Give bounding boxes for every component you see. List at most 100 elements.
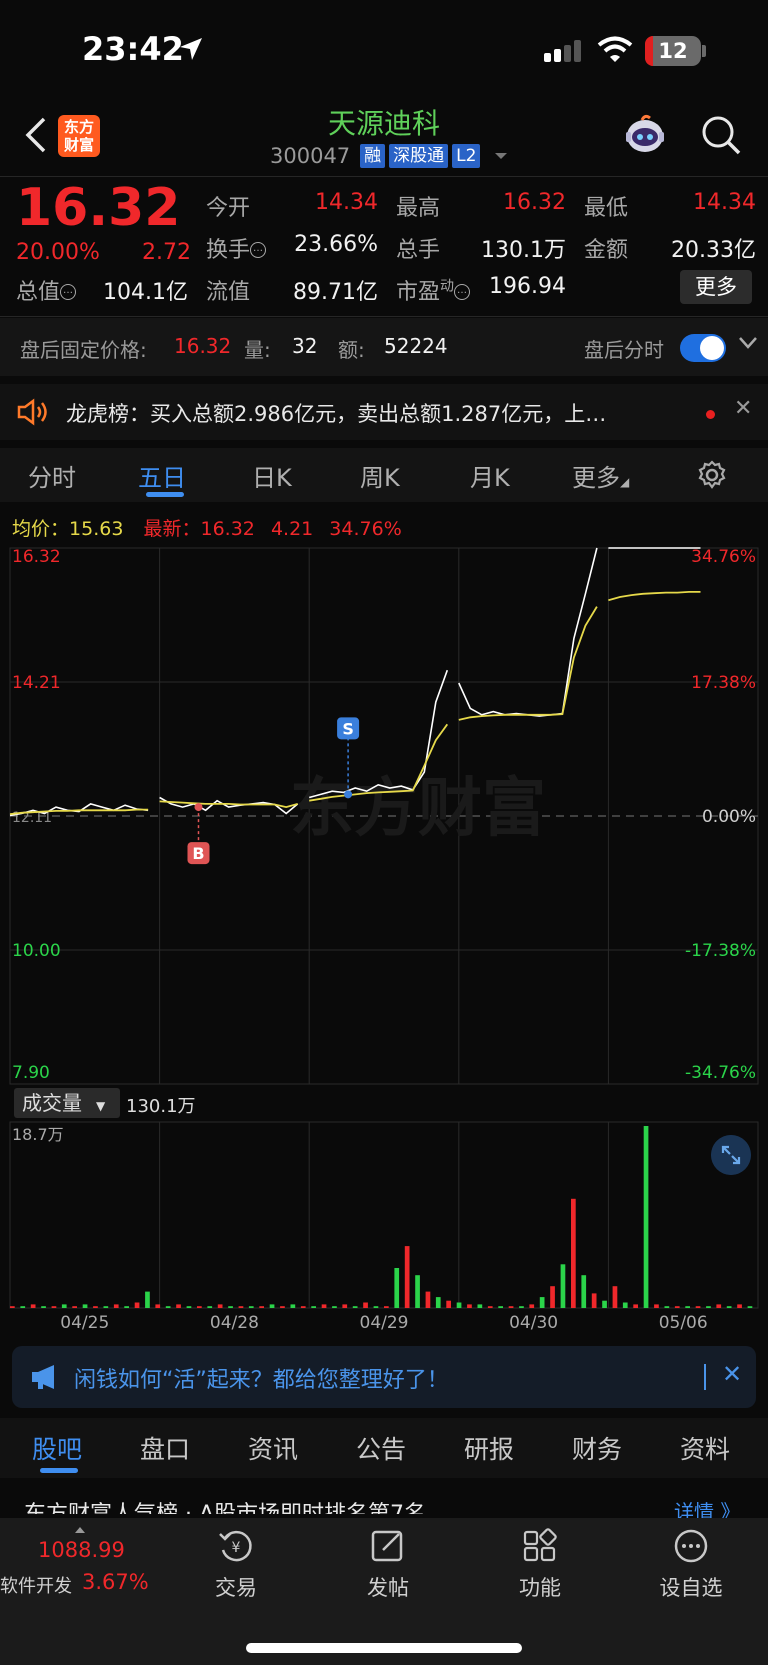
five-day-price-chart[interactable]: 东方财富16.3214.2110.007.9012.1134.76%17.38%…	[0, 540, 768, 1090]
volume-bar	[217, 1304, 223, 1308]
sector-index-name[interactable]: 软件开发	[0, 1572, 72, 1598]
stock-code-row[interactable]: 300047 融 深股通 L2	[270, 144, 510, 168]
low-value: 14.34	[693, 190, 756, 215]
volume-bar	[674, 1306, 680, 1308]
after-hours-toggle[interactable]	[680, 334, 726, 362]
y-left-tick: 10.00	[12, 941, 61, 961]
battery-level: 12	[658, 39, 688, 63]
nav-trade[interactable]: ¥ 交易	[186, 1528, 286, 1602]
volume-bar	[622, 1302, 628, 1308]
amount-label: 金额	[584, 238, 629, 263]
x-date-label: 04/28	[210, 1313, 259, 1333]
tab-news[interactable]: 资讯	[248, 1430, 298, 1466]
volume-bar	[747, 1306, 753, 1308]
volume-bar	[446, 1300, 451, 1308]
pe-value: 196.94	[489, 274, 566, 299]
tab-more[interactable]: 更多◢	[572, 458, 629, 493]
volume-bar	[186, 1306, 192, 1308]
y-left-tick: 14.21	[12, 673, 61, 693]
edit-icon	[371, 1530, 403, 1562]
dragon-tiger-banner[interactable]: 龙虎榜：买入总额2.986亿元，卖出总额1.287亿元，上… ✕	[0, 384, 768, 440]
gear-icon[interactable]	[697, 460, 727, 490]
tab-daily-k[interactable]: 日K	[252, 458, 292, 493]
tab-announcements[interactable]: 公告	[356, 1430, 406, 1466]
tab-profile[interactable]: 资料	[680, 1430, 730, 1466]
ah-price-label: 盘后固定价格:	[20, 338, 147, 362]
info-icon[interactable]: …	[454, 284, 471, 300]
volume-chart[interactable]: 18.7万 04/25 04/28 04/29 04/30 05/06	[0, 1120, 768, 1340]
marker-dot	[194, 803, 203, 812]
float-label: 流值	[206, 280, 251, 305]
sector-index-value[interactable]: 1088.99	[38, 1538, 125, 1562]
volume-bar	[737, 1304, 742, 1308]
buy-marker: B	[192, 844, 204, 863]
tab-weekly-k[interactable]: 周K	[360, 458, 400, 493]
volume-bar	[321, 1304, 327, 1308]
x-date-label: 04/29	[360, 1313, 409, 1333]
tab-forum[interactable]: 股吧	[32, 1430, 82, 1466]
bottom-nav: 1088.99 软件开发 3.67% ¥ 交易 发帖 功能 设自选	[0, 1518, 768, 1665]
volume-bar	[352, 1306, 358, 1308]
battery-indicator: 12	[645, 36, 701, 66]
unread-dot	[706, 410, 715, 419]
tab-financials[interactable]: 财务	[572, 1430, 622, 1466]
ranking-text: 东方财富人气榜 · A股市场即时排名第7名	[24, 1496, 744, 1514]
volume-bar	[61, 1304, 67, 1308]
svg-text:¥: ¥	[232, 1540, 241, 1556]
volume-bar	[456, 1302, 462, 1308]
fullscreen-expand-icon[interactable]	[711, 1135, 751, 1175]
sector-index-pct[interactable]: 3.67%	[82, 1570, 149, 1594]
pe-label[interactable]: 市盈动…	[396, 274, 471, 306]
nav-post[interactable]: 发帖	[338, 1528, 438, 1602]
caret-icon: ◢	[620, 475, 630, 489]
tab-orderbook[interactable]: 盘口	[140, 1430, 190, 1466]
volume-bar	[311, 1306, 316, 1308]
volume-bar	[248, 1306, 254, 1308]
level2-tag: L2	[452, 144, 481, 168]
high-value: 16.32	[503, 190, 566, 215]
banner-text: 龙虎榜：买入总额2.986亿元，卖出总额1.287亿元，上…	[66, 402, 607, 426]
caret-up-icon	[75, 1527, 85, 1533]
pe-label-text: 市盈	[396, 280, 441, 305]
volume-bar	[134, 1302, 140, 1308]
chevron-down-icon[interactable]	[738, 336, 758, 350]
info-icon[interactable]: …	[60, 284, 77, 300]
volume-bar	[300, 1306, 306, 1308]
info-icon[interactable]: …	[250, 242, 267, 258]
y-right-tick: -17.38%	[685, 941, 756, 961]
sell-marker: S	[342, 719, 354, 738]
tab-research[interactable]: 研报	[464, 1430, 514, 1466]
close-icon[interactable]: ✕	[734, 396, 752, 421]
volume-bar	[394, 1268, 400, 1308]
volume-indicator-select[interactable]: 成交量 ▼	[14, 1088, 120, 1118]
nav-post-label: 发帖	[367, 1576, 409, 1600]
speaker-icon	[17, 398, 47, 426]
volume-bar	[435, 1297, 441, 1308]
connect-tag: 深股通	[389, 144, 449, 168]
volume-bar	[176, 1304, 181, 1308]
mktcap-label[interactable]: 总值…	[16, 274, 77, 306]
promo-banner[interactable]: 闲钱如何“活”起来？都给您整理好了！ ✕	[12, 1346, 756, 1408]
y-left-tick: 16.32	[12, 547, 61, 567]
latest-value: 16.32	[200, 518, 255, 540]
nav-functions[interactable]: 功能	[490, 1528, 590, 1602]
battery-tip	[702, 45, 706, 57]
tab-timeshare[interactable]: 分时	[28, 458, 76, 493]
nav-trade-label: 交易	[215, 1576, 257, 1600]
nav-add-watchlist[interactable]: 设自选	[641, 1528, 741, 1602]
popularity-ranking[interactable]: 东方财富人气榜 · A股市场即时排名第7名	[24, 1494, 744, 1514]
volume-bar	[82, 1304, 88, 1308]
more-button[interactable]: 更多	[680, 270, 752, 304]
turnover-label[interactable]: 换手…	[206, 232, 267, 264]
tab-monthly-k[interactable]: 月K	[470, 458, 510, 493]
avg-value: 15.63	[69, 518, 124, 540]
high-label: 最高	[396, 196, 441, 221]
volume-bar	[519, 1306, 524, 1308]
close-icon[interactable]: ✕	[722, 1360, 742, 1388]
robot-assistant-icon[interactable]	[622, 112, 668, 158]
search-icon[interactable]	[700, 114, 742, 156]
tab-five-day[interactable]: 五日	[138, 458, 186, 493]
latest-change-pct: 34.76%	[329, 518, 402, 540]
mktcap-value: 104.1亿	[103, 280, 188, 305]
caret-icon: ▼	[96, 1099, 106, 1113]
